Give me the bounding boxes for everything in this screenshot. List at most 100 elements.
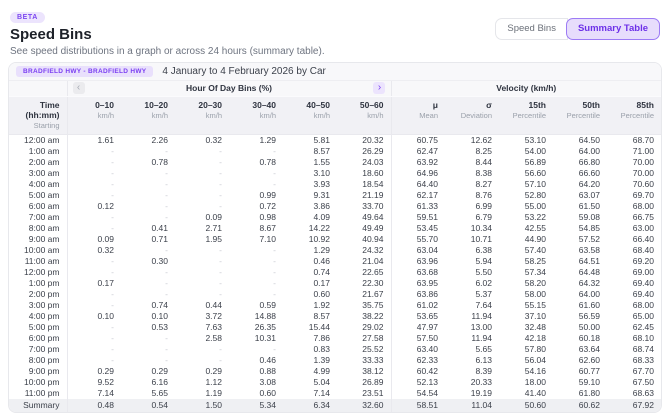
time-cell: 5:00 am <box>9 189 68 201</box>
page-title: Speed Bins <box>10 26 92 43</box>
table-body: 12:00 am 1.61 2.26 0.32 1.29 5.81 20.32 60.75 12… <box>9 134 661 412</box>
velocity-cell: 13.00 <box>470 322 492 333</box>
velocity-cell: 57.10 <box>524 179 546 190</box>
bin-cell: - <box>273 179 276 190</box>
velocity-cell: 68.00 <box>632 300 654 311</box>
bin-cell: 0.44 <box>205 300 222 311</box>
filter-bar: BRADFIELD HWY - BRADFIELD HWY 4 January … <box>9 62 661 81</box>
velocity-cell: 53.22 <box>524 212 546 223</box>
time-cell: 11:00 am <box>9 255 68 267</box>
velocity-cell: 54.54 <box>416 388 438 399</box>
velocity-cell: 60.62 <box>553 398 607 412</box>
time-column-header: Time (hh:mm) Starting <box>9 96 68 136</box>
bin-cell: 21.19 <box>337 189 392 201</box>
velocity-cell: 70.60 <box>632 179 654 190</box>
velocity-cell: 56.04 <box>524 355 546 366</box>
velocity-cell: 57.34 <box>524 267 546 278</box>
route-badge[interactable]: BRADFIELD HWY - BRADFIELD HWY <box>16 65 154 77</box>
bin-cell: 0.41 <box>151 223 168 234</box>
table-row: 7:00 am - - 0.09 0.98 4.09 49.64 59.51 6.79 53.22… <box>9 211 661 223</box>
velocity-cell: 8.76 <box>475 190 492 201</box>
bin-cell: 10.31 <box>254 333 276 344</box>
velocity-cell: 6.38 <box>475 245 492 256</box>
velocity-cell: 58.51 <box>391 398 445 412</box>
bin-cell: 24.03 <box>337 156 392 168</box>
bin-cell: - <box>165 344 168 355</box>
bin-cell: - <box>111 146 114 157</box>
velocity-cell: 11.04 <box>445 398 499 412</box>
bins-scroll-left-button[interactable]: ‹ <box>72 82 85 95</box>
bin-cell: - <box>165 146 168 157</box>
velocity-cell: 55.00 <box>524 201 546 212</box>
velocity-cell: 67.50 <box>632 377 654 388</box>
bin-cell: 0.53 <box>151 322 168 333</box>
velocity-cell: 69.40 <box>632 289 654 300</box>
velocity-cell: 63.07 <box>578 190 600 201</box>
bin-cell: 18.54 <box>337 178 392 190</box>
velocity-cell: 44.90 <box>524 234 546 245</box>
bin-cell: 9.52 <box>97 377 114 388</box>
velocity-cell: 57.52 <box>578 234 600 245</box>
bin-cell: 0.99 <box>259 190 276 201</box>
velocity-cell: 19.19 <box>470 388 492 399</box>
bin-cell: 22.30 <box>337 277 392 289</box>
velocity-cell: 60.18 <box>578 333 600 344</box>
bin-cell: 1.92 <box>313 300 330 311</box>
bin-cell: 3.93 <box>313 179 330 190</box>
bin-cell: - <box>219 179 222 190</box>
velocity-cell: 58.00 <box>524 289 546 300</box>
time-cell: 1:00 pm <box>9 277 68 289</box>
velocity-cell: 6.99 <box>475 201 492 212</box>
bin-cell: 26.29 <box>337 145 392 157</box>
time-cell: 7:00 am <box>9 211 68 223</box>
velocity-cell: 64.32 <box>578 278 600 289</box>
bin-cell: - <box>165 267 168 278</box>
bin-cell: - <box>219 344 222 355</box>
bin-cell: - <box>219 278 222 289</box>
velocity-cell: 6.13 <box>475 355 492 366</box>
velocity-cell: 42.18 <box>524 333 546 344</box>
tab-summary-table[interactable]: Summary Table <box>565 18 660 40</box>
velocity-cell: 67.70 <box>632 366 654 377</box>
bin-cell: 38.12 <box>337 365 392 377</box>
page-header-text: BETA Speed Bins See speed distributions … <box>10 6 325 57</box>
summary-row: Summary 0.48 0.54 1.50 5.34 6.34 32.60 58.51 11.… <box>9 398 661 412</box>
bin-cell: 2.58 <box>205 333 222 344</box>
tab-speed-bins[interactable]: Speed Bins <box>495 18 568 40</box>
bin-cell: - <box>273 267 276 278</box>
bin-cell: 0.30 <box>151 256 168 267</box>
bin-cell: 27.58 <box>337 332 392 344</box>
velocity-cell: 60.75 <box>416 135 438 146</box>
velocity-cell: 50.00 <box>578 322 600 333</box>
time-cell: 2:00 pm <box>9 288 68 300</box>
bin-cell: 8.57 <box>313 311 330 322</box>
bin-cell: 3.72 <box>205 311 222 322</box>
bin-cell: - <box>219 355 222 366</box>
bin-cell: 0.10 <box>151 311 168 322</box>
bin-cell: 3.08 <box>259 377 276 388</box>
bins-scroll-right-button[interactable]: › <box>373 82 386 95</box>
bin-cell: 0.74 <box>313 267 330 278</box>
bin-cell: 0.83 <box>313 344 330 355</box>
bin-cell: 1.12 <box>205 377 222 388</box>
bin-cell: 6.16 <box>151 377 168 388</box>
velocity-cell: 63.64 <box>578 344 600 355</box>
bin-cell: 1.29 <box>313 245 330 256</box>
velocity-cell: 62.60 <box>578 355 600 366</box>
velocity-cell: 20.33 <box>470 377 492 388</box>
table-row: 1:00 pm 0.17 - - - 0.17 22.30 63.95 6.02 58.20 64.… <box>9 277 661 289</box>
velocity-column-header: μ Mean <box>391 96 445 136</box>
bin-cell: - <box>111 190 114 201</box>
bin-cell: - <box>273 245 276 256</box>
bin-cell: 10.92 <box>308 234 330 245</box>
velocity-cell: 64.20 <box>578 179 600 190</box>
time-cell: 6:00 pm <box>9 332 68 344</box>
velocity-cell: 56.60 <box>524 168 546 179</box>
bin-cell: - <box>219 256 222 267</box>
bin-cell: 0.54 <box>121 398 175 412</box>
velocity-cell: 8.39 <box>475 366 492 377</box>
bin-cell: - <box>273 256 276 267</box>
velocity-cell: 52.80 <box>524 190 546 201</box>
bin-cell: - <box>165 201 168 212</box>
table-row: 6:00 am 0.12 - - 0.72 3.86 33.70 61.33 6.99 55.00… <box>9 200 661 212</box>
